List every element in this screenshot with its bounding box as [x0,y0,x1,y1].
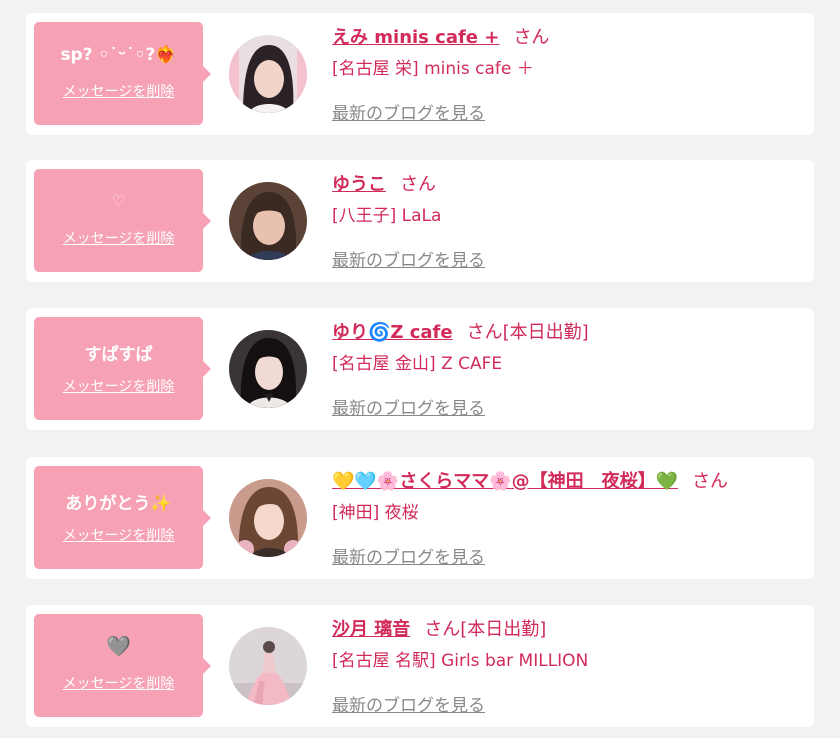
honorific: さん [400,174,436,195]
delete-message-link[interactable]: メッセージを削除 [34,228,203,248]
message-card: すぱすぱ メッセージを削除 ゆり🌀Z cafe さん[本日出勤] [名古屋 金山]… [26,308,814,430]
profile-info: ゆり🌀Z cafe さん[本日出勤] [名古屋 金山] Z CAFE [332,320,804,376]
message-bubble: すぱすぱ メッセージを削除 [34,317,211,420]
avatar[interactable] [229,627,307,705]
shop-label: [名古屋 名駅] Girls bar MILLION [332,651,589,671]
shop-label: [神田] 夜桜 [332,503,419,523]
delete-message-link[interactable]: メッセージを削除 [34,81,203,101]
latest-blog-link[interactable]: 最新のブログを見る [332,246,485,271]
user-name-link[interactable]: ゆうこ [332,174,386,195]
latest-blog-link[interactable]: 最新のブログを見る [332,394,485,419]
shop-label: [八王子] LaLa [332,206,442,226]
message-card: ♡ メッセージを削除 ゆうこ さん [八王子] LaLa 最新のブログを見る [26,160,814,282]
message-bubble: ありがとう✨ メッセージを削除 [34,466,211,569]
message-card: 🩶 メッセージを削除 沙月 璃音 さん[本日出勤] [名古屋 名駅] Girls … [26,605,814,727]
profile-photo-icon [229,479,307,557]
shop-label: [名古屋 金山] Z CAFE [332,354,503,374]
profile-photo-icon [229,627,307,705]
profile-info: 💛🩵🌸さくらママ🌸@【神田 夜桜】💚 さん [神田] 夜桜 [332,469,804,525]
delete-message-link[interactable]: メッセージを削除 [34,525,203,545]
delete-message-link[interactable]: メッセージを削除 [34,673,203,693]
avatar[interactable] [229,479,307,557]
message-text: 🩶 [106,634,131,658]
honorific: さん [513,27,550,48]
message-text: ありがとう✨ [65,494,172,514]
message-text: すぱすぱ [84,345,153,365]
honorific: さん [466,322,503,343]
message-bubble: 🩶 メッセージを削除 [34,614,211,717]
avatar[interactable] [229,330,307,408]
user-name-link[interactable]: 💛🩵🌸さくらママ🌸@【神田 夜桜】💚 [332,471,678,492]
message-bubble: ♡ メッセージを削除 [34,169,211,272]
message-card: sp? ◦˙ᵕ˙◦?❤️‍🔥 メッセージを削除 えみ minis cafe + さ… [26,13,814,135]
latest-blog-link[interactable]: 最新のブログを見る [332,99,485,124]
avatar[interactable] [229,182,307,260]
message-card: ありがとう✨ メッセージを削除 💛🩵🌸さくらママ🌸@【神田 夜桜】💚 さん [神田… [26,457,814,579]
profile-photo-icon [229,330,307,408]
user-name-link[interactable]: えみ minis cafe + [332,27,499,48]
user-name-link[interactable]: 沙月 璃音 [332,619,410,640]
honorific: さん [692,471,729,492]
message-bubble: sp? ◦˙ᵕ˙◦?❤️‍🔥 メッセージを削除 [34,22,211,125]
latest-blog-link[interactable]: 最新のブログを見る [332,691,485,716]
profile-photo-icon [229,182,307,260]
latest-blog-link[interactable]: 最新のブログを見る [332,543,485,568]
delete-message-link[interactable]: メッセージを削除 [34,376,203,396]
message-text: ♡ [111,192,126,210]
work-status: [本日出勤] [502,322,589,343]
avatar[interactable] [229,35,307,113]
message-text: sp? ◦˙ᵕ˙◦?❤️‍🔥 [60,45,177,65]
profile-info: えみ minis cafe + さん [名古屋 栄] minis cafe ＋ [332,25,804,81]
shop-label: [名古屋 栄] minis cafe ＋ [332,59,534,79]
profile-info: ゆうこ さん [八王子] LaLa [332,172,804,228]
profile-photo-icon [229,35,307,113]
work-status: [本日出勤] [460,619,547,640]
user-name-link[interactable]: ゆり🌀Z cafe [332,322,453,343]
honorific: さん [424,619,461,640]
profile-info: 沙月 璃音 さん[本日出勤] [名古屋 名駅] Girls bar MILLION [332,617,804,673]
